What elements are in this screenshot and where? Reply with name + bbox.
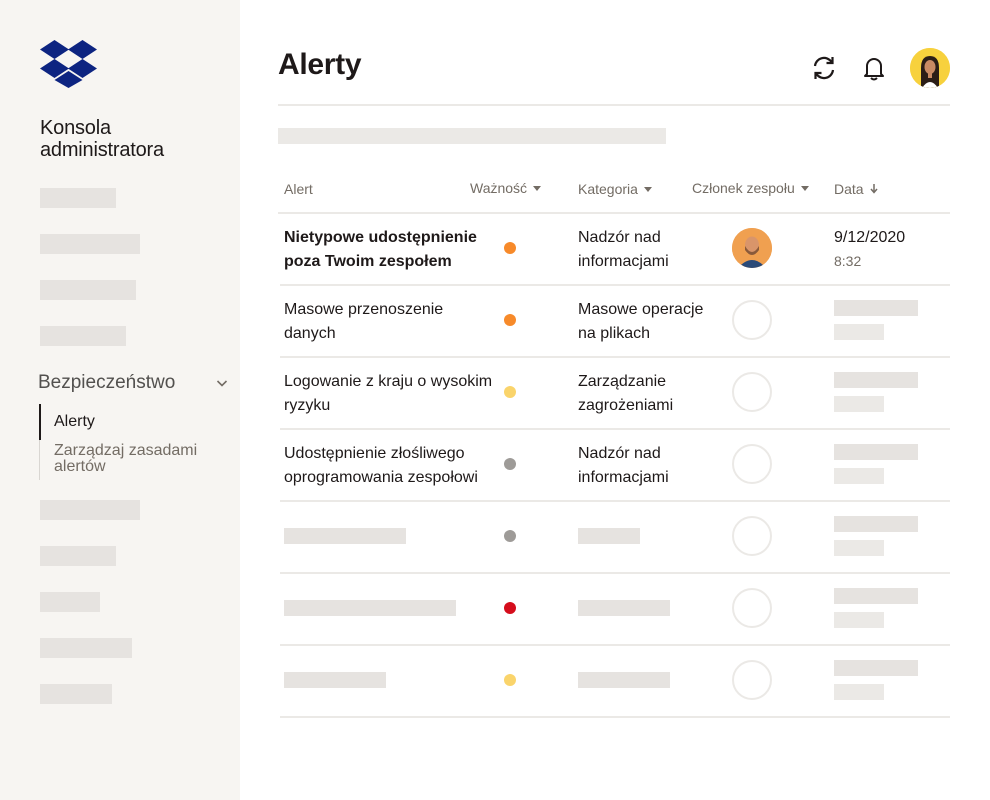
team-member-avatar-empty bbox=[732, 516, 772, 556]
caret-down-icon bbox=[643, 186, 652, 192]
nav-item-placeholder[interactable] bbox=[40, 638, 132, 658]
page-title: Alerty bbox=[278, 48, 362, 81]
alert-placeholder bbox=[284, 672, 386, 688]
alert-category: Zarządzanie zagrożeniami bbox=[578, 373, 674, 414]
header-divider bbox=[278, 104, 950, 106]
refresh-icon[interactable] bbox=[810, 54, 838, 82]
nav-section-security[interactable]: Bezpieczeństwo bbox=[38, 371, 228, 395]
alert-category: Nadzór nad informacjami bbox=[578, 445, 669, 486]
nav-item-placeholder[interactable] bbox=[40, 326, 126, 346]
category-placeholder bbox=[578, 528, 640, 544]
user-avatar[interactable] bbox=[910, 48, 950, 88]
team-member-avatar-empty bbox=[732, 588, 772, 628]
caret-down-icon bbox=[800, 185, 809, 191]
team-member-avatar-empty bbox=[732, 444, 772, 484]
time-placeholder bbox=[834, 396, 884, 412]
severity-dot bbox=[504, 314, 516, 326]
table-row[interactable] bbox=[280, 646, 950, 718]
severity-dot bbox=[504, 458, 516, 470]
alert-time: 8:32 bbox=[834, 253, 862, 269]
column-header-severity[interactable]: Ważność bbox=[470, 180, 542, 196]
nav-item-placeholder[interactable] bbox=[40, 546, 116, 566]
alert-placeholder bbox=[284, 528, 406, 544]
bell-icon[interactable] bbox=[860, 54, 888, 82]
team-member-avatar-empty bbox=[732, 372, 772, 412]
alert-name[interactable]: Udostępnienie złośliwego oprogramowania … bbox=[284, 442, 502, 490]
category-placeholder bbox=[578, 600, 670, 616]
sidebar: Konsola administratora Bezpieczeństwo Al… bbox=[0, 0, 240, 800]
alert-placeholder bbox=[284, 600, 456, 616]
column-header-alert[interactable]: Alert bbox=[284, 181, 313, 197]
nav-item-placeholder[interactable] bbox=[40, 592, 100, 612]
caret-down-icon bbox=[533, 185, 542, 191]
team-member-avatar-empty bbox=[732, 300, 772, 340]
table-row[interactable]: Logowanie z kraju o wysokim ryzyku Zarzą… bbox=[280, 358, 950, 430]
nav-item-placeholder[interactable] bbox=[40, 684, 112, 704]
column-header-label: Data bbox=[834, 181, 864, 197]
date-placeholder bbox=[834, 300, 918, 316]
console-title-line1: Konsola bbox=[40, 117, 111, 139]
alert-date: 9/12/2020 bbox=[834, 229, 906, 246]
nav-section-label: Bezpieczeństwo bbox=[38, 372, 176, 393]
severity-dot bbox=[504, 674, 516, 686]
column-header-label: Członek zespołu bbox=[692, 180, 795, 196]
alert-name[interactable]: Nietypowe udostępnienie poza Twoim zespo… bbox=[284, 226, 499, 274]
time-placeholder bbox=[834, 540, 884, 556]
severity-dot bbox=[504, 530, 516, 542]
time-placeholder bbox=[834, 612, 884, 628]
team-member-avatar-image bbox=[732, 228, 772, 268]
severity-dot bbox=[504, 602, 516, 614]
date-placeholder bbox=[834, 588, 918, 604]
subnav-item-alerts[interactable]: Alerty bbox=[39, 404, 215, 440]
alert-category: Nadzór nad informacjami bbox=[578, 229, 669, 270]
category-placeholder bbox=[578, 672, 670, 688]
column-header-label: Ważność bbox=[470, 180, 528, 196]
time-placeholder bbox=[834, 468, 884, 484]
team-member-avatar[interactable] bbox=[732, 228, 772, 268]
chevron-down-icon bbox=[216, 380, 228, 387]
column-header-member[interactable]: Członek zespołu bbox=[692, 180, 809, 196]
dropbox-logo-icon[interactable] bbox=[40, 40, 97, 88]
nav-item-placeholder[interactable] bbox=[40, 188, 116, 208]
date-placeholder bbox=[834, 444, 918, 460]
table-row[interactable] bbox=[280, 502, 950, 574]
console-title: Konsola administratora bbox=[40, 117, 164, 161]
date-placeholder bbox=[834, 660, 918, 676]
column-header-label: Kategoria bbox=[578, 181, 638, 197]
security-subnav: Alerty Zarządzaj zasadami alertów bbox=[39, 404, 215, 480]
date-placeholder bbox=[834, 516, 918, 532]
date-placeholder bbox=[834, 372, 918, 388]
column-header-category[interactable]: Kategoria bbox=[578, 181, 652, 197]
nav-item-placeholder[interactable] bbox=[40, 500, 140, 520]
table-row[interactable]: Masowe przenoszenie danych Masowe operac… bbox=[280, 286, 950, 358]
column-header-date[interactable]: Data bbox=[834, 181, 878, 197]
user-avatar-image bbox=[910, 48, 950, 88]
nav-item-placeholder[interactable] bbox=[40, 234, 140, 254]
console-title-line2: administratora bbox=[40, 139, 164, 161]
table-row[interactable] bbox=[280, 574, 950, 646]
team-member-avatar-empty bbox=[732, 660, 772, 700]
severity-dot bbox=[504, 242, 516, 254]
filter-bar-placeholder[interactable] bbox=[278, 128, 666, 144]
alert-name[interactable]: Masowe przenoszenie danych bbox=[284, 298, 499, 346]
table-row[interactable]: Udostępnienie złośliwego oprogramowania … bbox=[280, 430, 950, 502]
nav-item-placeholder[interactable] bbox=[40, 280, 136, 300]
arrow-down-icon bbox=[870, 184, 878, 194]
table-row[interactable]: Nietypowe udostępnienie poza Twoim zespo… bbox=[280, 214, 950, 286]
column-header-label: Alert bbox=[284, 181, 313, 197]
severity-dot bbox=[504, 386, 516, 398]
alert-category: Masowe operacje na plikach bbox=[578, 301, 704, 342]
time-placeholder bbox=[834, 684, 884, 700]
alert-name[interactable]: Logowanie z kraju o wysokim ryzyku bbox=[284, 370, 499, 418]
time-placeholder bbox=[834, 324, 884, 340]
subnav-item-alert-policies[interactable]: Zarządzaj zasadami alertów bbox=[40, 440, 215, 480]
